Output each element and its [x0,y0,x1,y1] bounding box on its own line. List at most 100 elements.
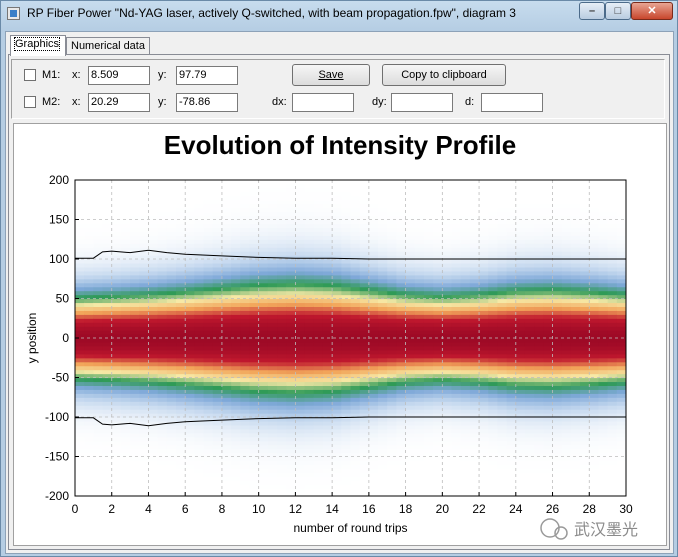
heatmap-cell [561,183,572,189]
heatmap-cell [387,247,398,252]
heatmap-cell [515,282,526,288]
heatmap-cell [589,468,600,473]
heatmap-cell [277,448,287,454]
heatmap-cell [240,199,251,205]
heatmap-cell [414,259,425,264]
heatmap-cell [212,278,223,284]
minimize-button[interactable]: – [579,2,605,20]
heatmap-cell [93,180,104,185]
heatmap-cell [479,464,489,469]
heatmap-cell [616,270,626,276]
heatmap-cell [166,464,177,469]
heatmap-cell [396,326,407,331]
heatmap-cell [176,444,186,450]
heatmap-cell [405,341,416,347]
heatmap-cell [616,468,626,473]
m2-y-input[interactable]: -78.86 [176,93,238,112]
heatmap-cell [552,247,563,252]
heatmap-cell [84,318,94,323]
heatmap-cell [221,326,232,331]
m1-y-input[interactable]: 97.79 [176,66,238,85]
heatmap-cell [570,298,581,304]
heatmap-cell [451,266,462,272]
heatmap-cell [350,183,361,189]
heatmap-cell [277,460,287,465]
heatmap-cell [534,417,544,422]
heatmap-cell [534,345,544,351]
title-bar[interactable]: RP Fiber Power "Nd-YAG laser, actively Q… [1,1,677,27]
heatmap-cell [543,456,554,462]
heatmap-cell [93,203,104,209]
heatmap-cell [194,464,205,469]
heatmap-cell [607,322,618,327]
heatmap-cell [350,195,361,201]
heatmap-cell [598,199,609,205]
heatmap-cell [580,432,590,438]
heatmap-cell [433,393,443,398]
heatmap-cell [350,381,361,386]
heatmap-cell [405,476,416,481]
tab-numerical-data[interactable]: Numerical data [66,37,150,55]
heatmap-cell [607,480,618,485]
dx-input[interactable] [292,93,354,112]
d-input[interactable] [481,93,543,112]
save-button[interactable]: Save [292,64,370,86]
heatmap-cell [598,436,609,442]
heatmap-cell [120,211,131,217]
heatmap-cell [378,377,388,383]
heatmap-cell [341,468,352,473]
heatmap-cell [488,302,499,307]
heatmap-cell [221,243,232,248]
heatmap-cell [212,302,223,307]
heatmap-cell [561,488,572,493]
heatmap-cell [148,484,159,489]
heatmap-cell [240,302,251,307]
heatmap-cell [249,191,260,197]
heatmap-cell [130,318,140,323]
heatmap-cell [580,318,590,323]
heatmap-cell [589,306,600,311]
heatmap-cell [350,448,361,454]
heatmap-cell [84,381,94,386]
heatmap-cell [212,199,223,205]
heatmap-cell [93,349,104,355]
heatmap-cell [322,322,333,327]
dy-input[interactable] [391,93,453,112]
heatmap-cell [75,310,85,315]
heatmap-cell [322,349,333,355]
heatmap-cell [102,286,113,292]
heatmap-cell [359,464,370,469]
heatmap-cell [212,207,223,213]
tab-graphics[interactable]: Graphics [10,35,66,56]
heatmap-cell [75,195,85,201]
heatmap-cell [387,381,398,386]
heatmap-cell [524,262,535,268]
m1-x-input[interactable]: 8.509 [88,66,150,85]
copy-to-clipboard-button[interactable]: Copy to clipboard [382,64,506,86]
m2-checkbox[interactable] [24,96,36,108]
heatmap-cell [607,326,618,331]
close-button[interactable]: ✕ [631,2,673,20]
heatmap-cell [543,405,554,410]
intensity-chart[interactable]: Evolution of Intensity Profile 0 2 4 6 8 10 12… [14,124,666,545]
heatmap-cell [543,369,554,375]
heatmap-cell [130,187,140,193]
heatmap-cell [102,195,113,201]
heatmap-cell [359,298,370,304]
plot-area[interactable]: Evolution of Intensity Profile 0 2 4 6 8 10 12… [13,123,667,546]
m2-x-input[interactable]: 20.29 [88,93,150,112]
heatmap-cell [433,322,443,327]
heatmap-cell [221,203,232,209]
m1-checkbox[interactable] [24,69,36,81]
heatmap-cell [543,183,554,189]
heatmap-cell [515,338,526,343]
heatmap-cell [332,274,342,280]
heatmap-cell [221,420,232,426]
heatmap-cell [148,440,159,446]
heatmap-cell [368,361,379,367]
heatmap-cell [139,318,150,323]
heatmap-cell [543,484,554,489]
maximize-button[interactable]: □ [605,2,631,20]
heatmap-cell [212,330,223,335]
heatmap-cell [84,488,94,493]
